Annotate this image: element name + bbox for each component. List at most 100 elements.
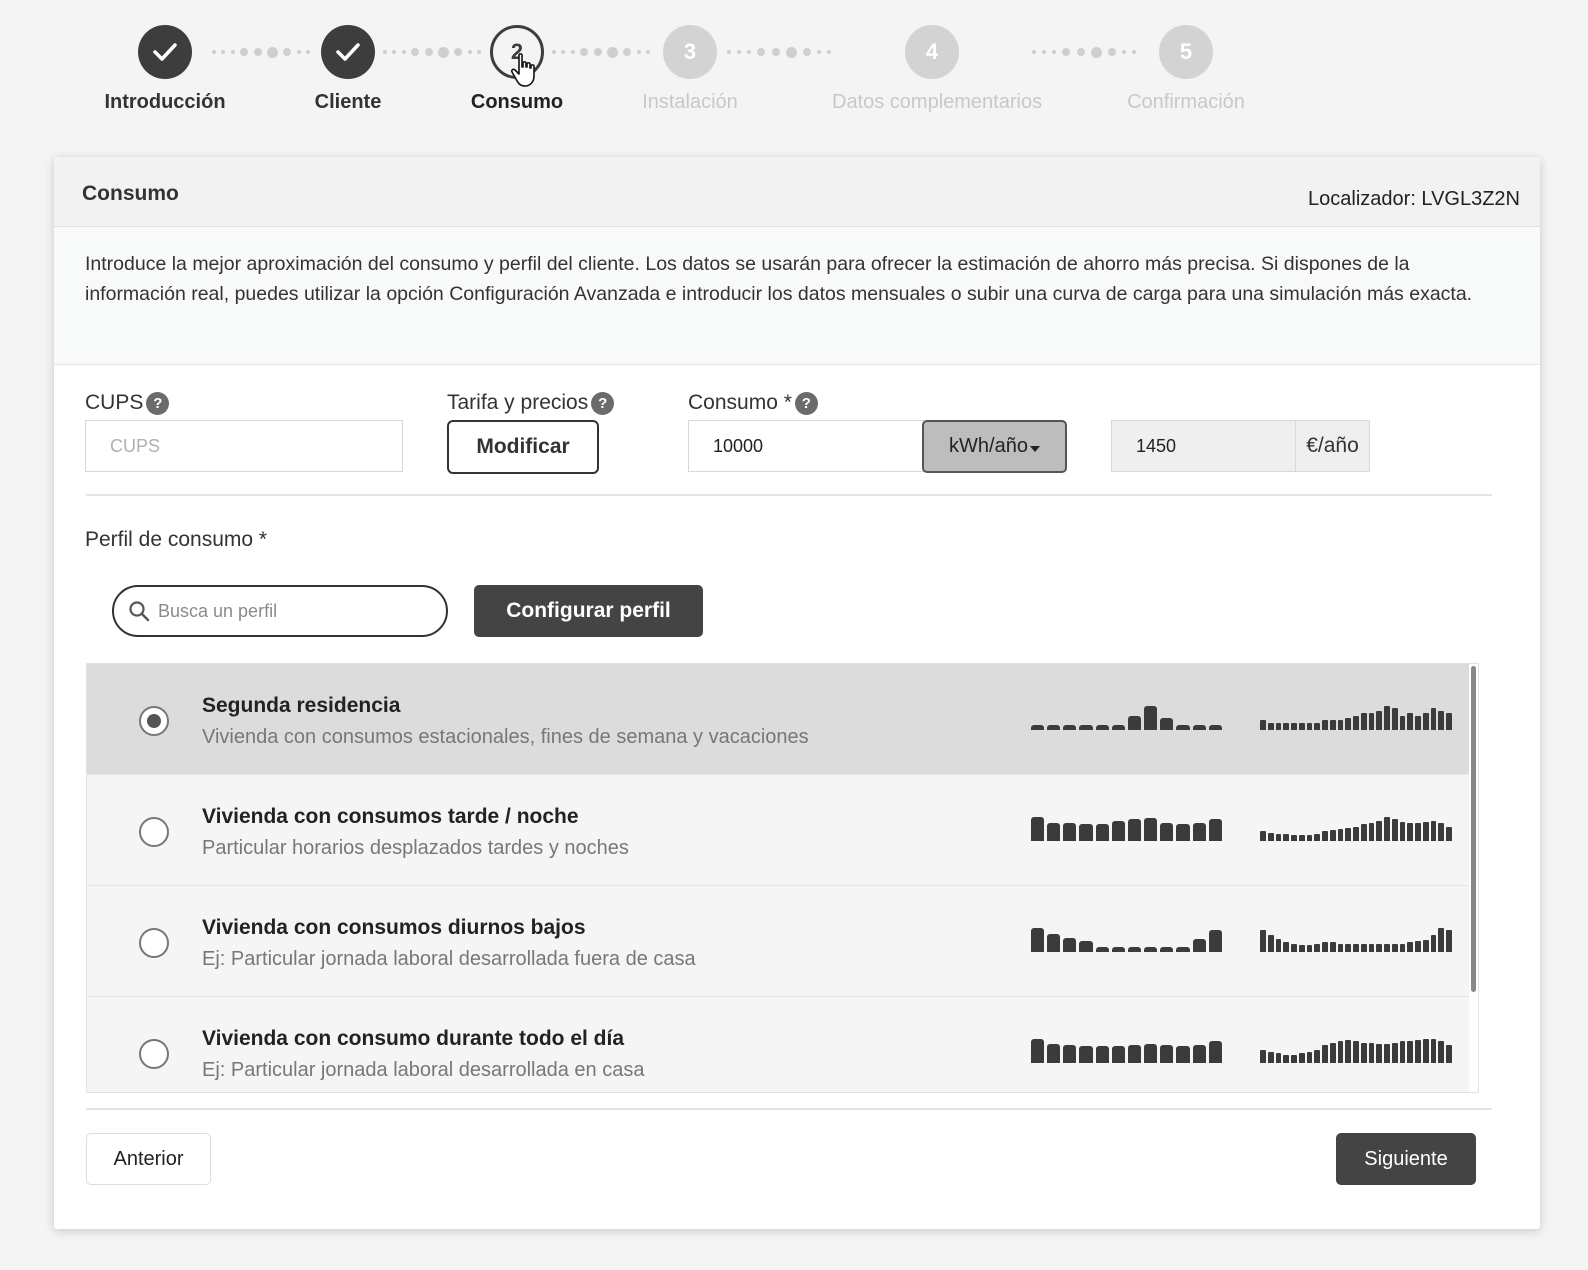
- hourly-bar-12: [1353, 826, 1359, 841]
- monthly-bar-5: [1111, 820, 1125, 841]
- configurar-perfil-button[interactable]: Configurar perfil: [474, 585, 703, 637]
- hourly-bar-12: [1353, 1041, 1359, 1063]
- consumo-unit-select[interactable]: kWh/año: [922, 420, 1067, 473]
- monthly-bar-4: [1095, 725, 1109, 730]
- hourly-bar-17: [1391, 1042, 1398, 1063]
- profile-row-tarde-noche[interactable]: Vivienda con consumos tarde / noche Part…: [87, 775, 1469, 886]
- profile-list[interactable]: Segunda residencia Vivienda con consumos…: [86, 663, 1479, 1093]
- monthly-bar-1: [1047, 725, 1061, 730]
- hourly-bar-18: [1399, 943, 1406, 952]
- monthly-bar-3: [1079, 824, 1093, 841]
- footer-divider: [86, 1108, 1492, 1110]
- profile-radio[interactable]: [139, 1039, 169, 1069]
- hourly-bar-3: [1283, 833, 1289, 841]
- step-label: Consumo: [470, 91, 564, 113]
- consumo-input[interactable]: [688, 420, 924, 472]
- hourly-bar-24: [1446, 826, 1452, 841]
- hourly-bar-21: [1422, 1039, 1429, 1063]
- hourly-bar-14: [1368, 823, 1375, 841]
- list-scrollbar[interactable]: [1471, 666, 1476, 992]
- progress-stepper: Introducción Cliente 2 Consumo 3 Instala…: [0, 0, 1588, 130]
- hourly-bar-24: [1446, 1045, 1452, 1063]
- hourly-bar-12: [1353, 943, 1359, 952]
- hourly-bar-2: [1275, 938, 1282, 952]
- hourly-bar-0: [1260, 720, 1266, 730]
- step-circle-5: 4: [905, 25, 959, 79]
- hourly-bar-5: [1298, 835, 1305, 841]
- hourly-bar-10: [1337, 829, 1344, 841]
- step-confirmacion[interactable]: 5 Confirmación: [1086, 25, 1286, 114]
- step-instalacion[interactable]: 3 Instalación: [590, 25, 790, 114]
- hourly-bar-10: [1337, 720, 1344, 730]
- monthly-bar-6: [1127, 947, 1142, 952]
- profile-search-input[interactable]: [158, 600, 428, 622]
- modificar-button[interactable]: Modificar: [447, 420, 599, 474]
- tarifa-label-text: Tarifa y precios: [447, 391, 589, 414]
- hourly-bar-14: [1368, 713, 1375, 730]
- hourly-bar-21: [1422, 940, 1429, 952]
- profile-row-diurnos-bajos[interactable]: Vivienda con consumos diurnos bajos Ej: …: [87, 886, 1469, 997]
- hourly-bar-13: [1360, 943, 1367, 952]
- consumo-label: Consumo * ?: [688, 391, 818, 415]
- hourly-bar-6: [1306, 1052, 1313, 1063]
- step-datos-complementarios[interactable]: 4 Datos complementarios: [832, 25, 1043, 114]
- profile-title: Segunda residencia: [202, 694, 401, 717]
- monthly-bar-11: [1208, 819, 1222, 841]
- profile-radio[interactable]: [139, 706, 169, 736]
- hourly-bar-1: [1267, 1052, 1274, 1063]
- hourly-bar-19: [1407, 942, 1413, 952]
- search-icon: [129, 601, 150, 622]
- monthly-bar-0: [1031, 1039, 1045, 1063]
- cups-input[interactable]: [85, 420, 403, 472]
- hourly-bar-11: [1345, 827, 1351, 841]
- hourly-bar-10: [1337, 943, 1344, 952]
- monthly-bar-2: [1063, 823, 1077, 841]
- hourly-bar-22: [1430, 1039, 1437, 1063]
- hourly-bar-3: [1283, 942, 1289, 952]
- hourly-bar-10: [1337, 1041, 1344, 1063]
- monthly-bar-5: [1111, 725, 1125, 730]
- profile-description: Ej: Particular jornada laboral desarroll…: [202, 948, 696, 970]
- cups-help-icon[interactable]: ?: [146, 391, 170, 415]
- hourly-bar-16: [1384, 943, 1390, 952]
- monthly-bar-5: [1111, 1046, 1125, 1063]
- anterior-button[interactable]: Anterior: [86, 1133, 211, 1185]
- monthly-bar-4: [1095, 947, 1109, 952]
- hourly-bar-4: [1291, 1054, 1297, 1063]
- monthly-bar-6: [1127, 1045, 1142, 1063]
- monthly-bar-1: [1047, 934, 1061, 952]
- monthly-bar-10: [1192, 938, 1206, 952]
- hourly-bar-2: [1275, 833, 1282, 841]
- hourly-bar-21: [1422, 713, 1429, 730]
- siguiente-button[interactable]: Siguiente: [1336, 1133, 1476, 1185]
- monthly-profile-chart: [1031, 928, 1222, 952]
- card-title: Consumo: [82, 182, 179, 205]
- profile-row-todo-el-dia[interactable]: Vivienda con consumo durante todo el día…: [87, 997, 1469, 1092]
- tarifa-help-icon[interactable]: ?: [591, 391, 615, 415]
- hourly-profile-chart: [1260, 706, 1452, 730]
- profile-row-segunda-residencia[interactable]: Segunda residencia Vivienda con consumos…: [87, 664, 1469, 775]
- step-label: Datos complementarios: [832, 91, 1043, 113]
- hand-cursor-icon: [510, 53, 535, 87]
- profile-search-box[interactable]: [112, 585, 448, 637]
- hourly-bar-8: [1322, 720, 1328, 730]
- hourly-bar-6: [1306, 944, 1313, 952]
- monthly-bar-8: [1160, 718, 1174, 730]
- profile-radio[interactable]: [139, 817, 169, 847]
- hourly-bar-0: [1260, 1049, 1266, 1063]
- profile-title: Vivienda con consumo durante todo el día: [202, 1027, 625, 1050]
- hourly-bar-14: [1368, 943, 1375, 952]
- hourly-bar-11: [1345, 1040, 1351, 1063]
- profile-radio[interactable]: [139, 928, 169, 958]
- hourly-bar-22: [1430, 708, 1437, 730]
- step-label: Instalación: [642, 91, 738, 113]
- hourly-bar-18: [1399, 1041, 1406, 1063]
- hourly-bar-11: [1345, 943, 1351, 952]
- step-introduccion[interactable]: Introducción: [65, 25, 265, 114]
- hourly-bar-0: [1260, 930, 1266, 952]
- hourly-bar-1: [1267, 832, 1274, 841]
- hourly-bar-20: [1415, 715, 1421, 730]
- consumo-help-icon[interactable]: ?: [794, 391, 818, 415]
- hourly-bar-15: [1376, 710, 1382, 730]
- monthly-bar-7: [1144, 1043, 1158, 1063]
